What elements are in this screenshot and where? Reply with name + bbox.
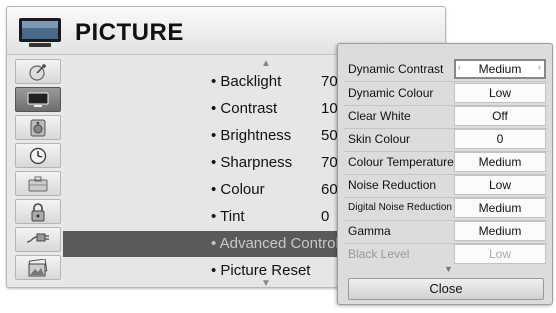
satellite-dish-icon (29, 63, 46, 81)
setting-value[interactable]: 0 (454, 129, 546, 149)
close-button[interactable]: Close (348, 278, 544, 300)
setting-label: Dynamic Colour (348, 86, 434, 100)
setting-black-level[interactable]: Black Level Low (338, 243, 554, 265)
setting-label: Digital Noise Reduction (348, 202, 452, 213)
setting-value[interactable]: Low (454, 175, 546, 195)
clock-icon (29, 147, 47, 164)
cable-plug-icon (26, 233, 49, 243)
tv-icon (19, 18, 61, 47)
setting-dynamic-contrast[interactable]: Dynamic Contrast Medium ‹ › (338, 58, 554, 80)
sidebar-item-lock[interactable] (15, 199, 61, 224)
setting-noise-reduction[interactable]: Noise Reduction Low (338, 174, 554, 196)
setting-label: Colour Temperature (348, 155, 454, 169)
setting-value[interactable]: Low (454, 83, 546, 103)
menu-item-value: 60 (321, 181, 338, 198)
setting-label: Gamma (348, 224, 391, 238)
setting-gamma[interactable]: Gamma Medium (338, 220, 554, 242)
menu-item-value: 0 (321, 208, 330, 225)
setting-label: Dynamic Contrast (348, 62, 444, 76)
page-title: PICTURE (75, 19, 184, 46)
lock-icon (31, 202, 45, 221)
setting-label: Skin Colour (348, 132, 411, 146)
menu-item-label: • Colour (211, 181, 265, 198)
setting-value[interactable]: Medium (454, 59, 546, 79)
setting-digital-noise-reduction[interactable]: Digital Noise Reduction Medium (338, 197, 554, 219)
setting-value[interactable]: Medium (454, 152, 546, 172)
briefcase-icon (28, 176, 48, 191)
menu-item-value: 70 (321, 73, 338, 90)
setting-value[interactable]: Low (454, 244, 546, 264)
scroll-down-icon[interactable]: ▼ (444, 264, 453, 274)
speaker-icon (30, 119, 46, 136)
menu-item-label: • Backlight (211, 73, 282, 90)
setting-colour-temperature[interactable]: Colour Temperature Medium (338, 151, 554, 173)
setting-clear-white[interactable]: Clear White Off (338, 105, 554, 127)
sidebar-item-picture[interactable] (15, 87, 61, 112)
menu-item-value: 50 (321, 127, 338, 144)
sidebar-item-time[interactable] (15, 143, 61, 168)
menu-item-label: • Brightness (211, 127, 292, 144)
sidebar-item-media[interactable] (15, 255, 61, 280)
setting-label: Black Level (348, 247, 410, 261)
menu-item-label: • Sharpness (211, 154, 293, 171)
setting-label: Clear White (348, 109, 411, 123)
menu-item-label: • Tint (211, 208, 245, 225)
menu-item-label: • Advanced Control (211, 235, 339, 252)
category-sidebar (15, 57, 61, 287)
setting-dynamic-colour[interactable]: Dynamic Colour Low (338, 82, 554, 104)
advanced-control-popup: Dynamic Contrast Medium ‹ › Dynamic Colo… (337, 43, 553, 305)
photo-media-icon (28, 258, 48, 276)
menu-item-label: • Contrast (211, 100, 278, 117)
sidebar-item-option[interactable] (15, 171, 61, 196)
sidebar-item-channel[interactable] (15, 59, 61, 84)
setting-value[interactable]: Medium (454, 221, 546, 241)
setting-value[interactable]: Medium (454, 198, 546, 218)
arrow-left-icon[interactable]: ‹ (458, 62, 461, 72)
scroll-down-icon[interactable]: ▼ (261, 279, 271, 289)
tv-screen-icon (27, 92, 49, 107)
menu-item-value: 70 (321, 154, 338, 171)
sidebar-item-audio[interactable] (15, 115, 61, 140)
sidebar-item-input[interactable] (15, 227, 61, 252)
setting-value[interactable]: Off (454, 106, 546, 126)
setting-skin-colour[interactable]: Skin Colour 0 (338, 128, 554, 150)
menu-item-label: • Picture Reset (211, 262, 311, 279)
arrow-right-icon[interactable]: › (538, 62, 541, 72)
scroll-up-icon[interactable]: ▲ (261, 59, 271, 69)
setting-label: Noise Reduction (348, 178, 437, 192)
